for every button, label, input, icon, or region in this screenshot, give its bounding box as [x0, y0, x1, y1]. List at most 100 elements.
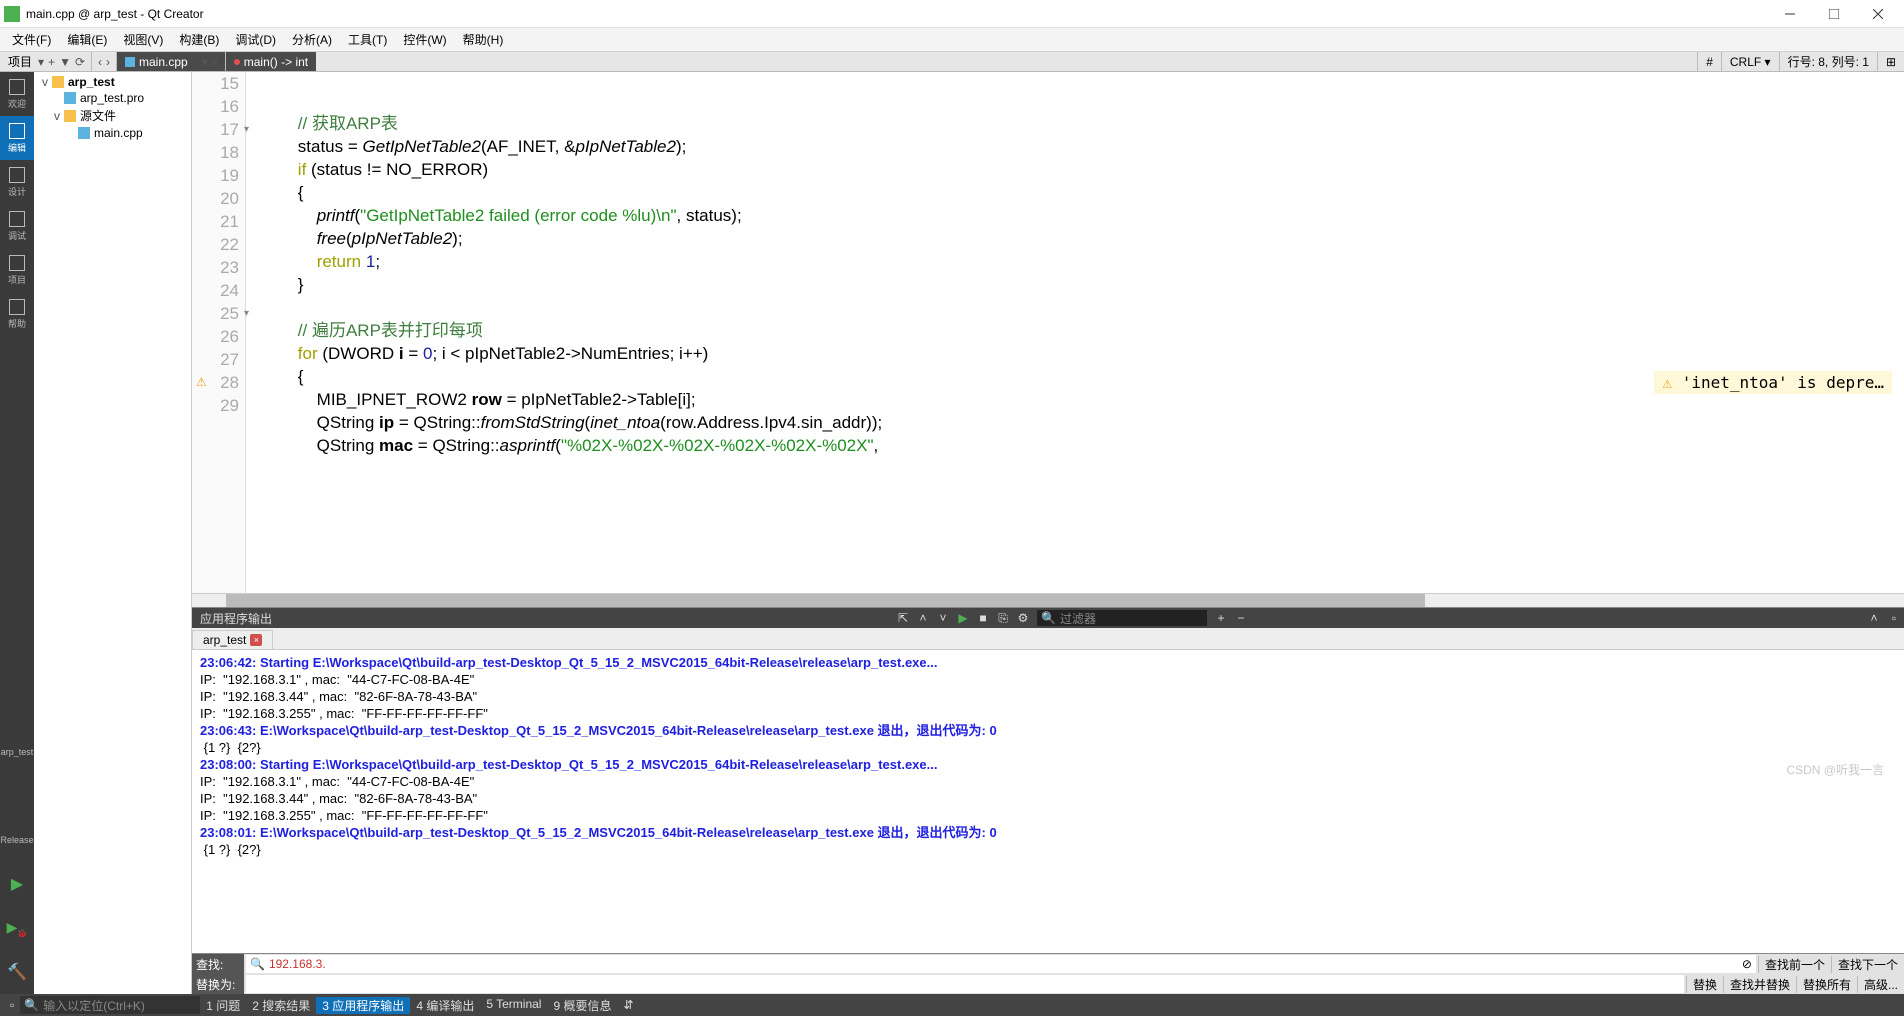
- app-icon: [4, 6, 20, 22]
- menu-item[interactable]: 分析(A): [284, 29, 340, 50]
- kit-selector[interactable]: [0, 774, 34, 818]
- symbol-label: main() -> int: [244, 55, 308, 69]
- close-tab-icon[interactable]: ×: [210, 55, 221, 69]
- menu-item[interactable]: 控件(W): [395, 29, 454, 50]
- toolbar: 项目 ▾ + ▼ ⟳ ‹ › main.cpp ▾ × main() -> in…: [0, 52, 1904, 72]
- sync-icon[interactable]: ⟳: [73, 55, 87, 69]
- split-icon[interactable]: ⊞: [1877, 52, 1904, 71]
- line-ending-indicator[interactable]: CRLF ▾: [1721, 52, 1779, 71]
- bottom-panel-button[interactable]: 2 搜索结果: [246, 997, 316, 1014]
- menu-item[interactable]: 编辑(E): [59, 29, 115, 50]
- clear-icon[interactable]: ⊘: [1742, 957, 1752, 971]
- bottom-panel-button[interactable]: 9 概要信息: [547, 997, 617, 1014]
- output-tab[interactable]: arp_test ×: [192, 630, 273, 649]
- file-tab-label: main.cpp: [139, 55, 188, 69]
- bottom-bar: ▫ 🔍 输入以定位(Ctrl+K) 1 问题2 搜索结果3 应用程序输出4 编译…: [0, 994, 1904, 1016]
- menu-item[interactable]: 构建(B): [171, 29, 227, 50]
- kit-selector[interactable]: Release: [0, 818, 34, 862]
- code[interactable]: // 获取ARP表 status = GetIpNetTable2(AF_INE…: [246, 72, 1904, 593]
- chevron-down-icon[interactable]: ▾: [200, 55, 210, 69]
- close-button[interactable]: [1856, 0, 1900, 28]
- maximize-button[interactable]: [1812, 0, 1856, 28]
- close-panel-icon[interactable]: ▫: [1884, 611, 1904, 625]
- menu-item[interactable]: 文件(F): [4, 29, 59, 50]
- search-icon: 🔍: [24, 998, 39, 1012]
- close-icon[interactable]: ×: [250, 634, 262, 646]
- pin-icon[interactable]: ⇱: [893, 611, 913, 625]
- project-tree: v arp_test arp_test.prov源文件main.cpp: [34, 72, 192, 994]
- replace-label: 替换为:: [192, 974, 244, 994]
- mode-编辑[interactable]: 编辑: [0, 116, 34, 160]
- output-filter[interactable]: 🔍 过滤器: [1037, 610, 1207, 626]
- cursor-position[interactable]: 行号: 8, 列号: 1: [1779, 52, 1877, 71]
- up-icon[interactable]: ˄: [913, 611, 933, 625]
- find-button[interactable]: 查找下一个: [1831, 956, 1904, 973]
- plus-icon[interactable]: +: [46, 55, 57, 69]
- add-icon[interactable]: +: [1211, 611, 1231, 625]
- tree-root[interactable]: v arp_test: [36, 74, 189, 90]
- tree-item[interactable]: v源文件: [36, 106, 189, 125]
- build-button[interactable]: 🔨: [0, 950, 34, 994]
- menu-item[interactable]: 帮助(H): [455, 29, 512, 50]
- bottom-panel-button[interactable]: 4 编译输出: [410, 997, 480, 1014]
- minimize-button[interactable]: [1768, 0, 1812, 28]
- window-title: main.cpp @ arp_test - Qt Creator: [26, 7, 1768, 21]
- expand-icon[interactable]: ˄: [1864, 611, 1884, 625]
- output-body[interactable]: 23:06:42: Starting E:\Workspace\Qt\build…: [192, 650, 1904, 953]
- tree-root-label: arp_test: [68, 75, 115, 89]
- menu-item[interactable]: 视图(V): [115, 29, 171, 50]
- replace-button[interactable]: 查找并替换: [1723, 976, 1796, 993]
- down-icon[interactable]: ˅: [933, 611, 953, 625]
- hash-indicator[interactable]: #: [1697, 52, 1721, 71]
- views-icon[interactable]: ▫: [4, 998, 20, 1012]
- tree-item[interactable]: arp_test.pro: [36, 90, 189, 106]
- file-tab[interactable]: main.cpp: [117, 52, 196, 71]
- output-tabs: arp_test ×: [192, 628, 1904, 650]
- back-icon[interactable]: ‹: [96, 55, 104, 69]
- replace-button[interactable]: 替换: [1686, 976, 1723, 993]
- output-header: 应用程序输出 ⇱ ˄ ˅ ▶ ■ ⎘ ⚙ 🔍 过滤器 + − ˄ ▫: [192, 608, 1904, 628]
- menubar: 文件(F)编辑(E)视图(V)构建(B)调试(D)分析(A)工具(T)控件(W)…: [0, 28, 1904, 52]
- output-title: 应用程序输出: [192, 610, 280, 627]
- chevron-down-icon: v: [40, 75, 50, 89]
- forward-icon[interactable]: ›: [104, 55, 112, 69]
- run-button[interactable]: ▶: [0, 862, 34, 906]
- kit-selector[interactable]: arp_test: [0, 730, 34, 774]
- symbol-selector[interactable]: main() -> int: [226, 52, 316, 71]
- mode-设计[interactable]: 设计: [0, 160, 34, 204]
- project-selector[interactable]: 项目 ▾ + ▼ ⟳: [0, 52, 92, 71]
- filter-icon[interactable]: ▼: [57, 55, 73, 69]
- horizontal-scrollbar[interactable]: [192, 593, 1904, 607]
- mode-调试[interactable]: 调试: [0, 204, 34, 248]
- settings-icon[interactable]: ⚙: [1013, 611, 1033, 625]
- locator-placeholder: 输入以定位(Ctrl+K): [43, 997, 145, 1014]
- stop-icon[interactable]: ■: [973, 611, 993, 625]
- attach-icon[interactable]: ⎘: [993, 611, 1013, 626]
- run-icon[interactable]: ▶: [953, 611, 973, 625]
- menu-item[interactable]: 调试(D): [227, 29, 284, 50]
- chevron-down-icon: ▾: [36, 55, 46, 69]
- replace-field[interactable]: [246, 975, 1684, 993]
- find-field[interactable]: 🔍 192.168.3. ⊘: [246, 955, 1756, 973]
- debug-run-button[interactable]: ▶🐞: [0, 906, 34, 950]
- code-editor[interactable]: 151617181920212223242526272829 // 获取ARP表…: [192, 72, 1904, 593]
- replace-button[interactable]: 替换所有: [1796, 976, 1857, 993]
- mode-欢迎[interactable]: 欢迎: [0, 72, 34, 116]
- bottom-panel-button[interactable]: 5 Terminal: [480, 997, 547, 1014]
- remove-icon[interactable]: −: [1231, 611, 1251, 625]
- mode-帮助[interactable]: 帮助: [0, 292, 34, 336]
- find-button[interactable]: 查找前一个: [1758, 956, 1831, 973]
- mode-项目[interactable]: 项目: [0, 248, 34, 292]
- tree-item[interactable]: main.cpp: [36, 125, 189, 141]
- gutter[interactable]: 151617181920212223242526272829: [192, 72, 246, 593]
- bottom-panel-button[interactable]: 3 应用程序输出: [316, 997, 410, 1014]
- inline-warning[interactable]: 'inet_ntoa' is depre…: [1654, 371, 1892, 394]
- nav-buttons: ‹ ›: [92, 52, 117, 71]
- menu-item[interactable]: 工具(T): [340, 29, 395, 50]
- titlebar: main.cpp @ arp_test - Qt Creator: [0, 0, 1904, 28]
- filter-placeholder: 过滤器: [1060, 610, 1096, 627]
- bottom-panel-button[interactable]: 1 问题: [200, 997, 246, 1014]
- more-icon[interactable]: ⇵: [617, 998, 639, 1012]
- locator[interactable]: 🔍 输入以定位(Ctrl+K): [20, 996, 200, 1014]
- replace-button[interactable]: 高级...: [1857, 976, 1904, 993]
